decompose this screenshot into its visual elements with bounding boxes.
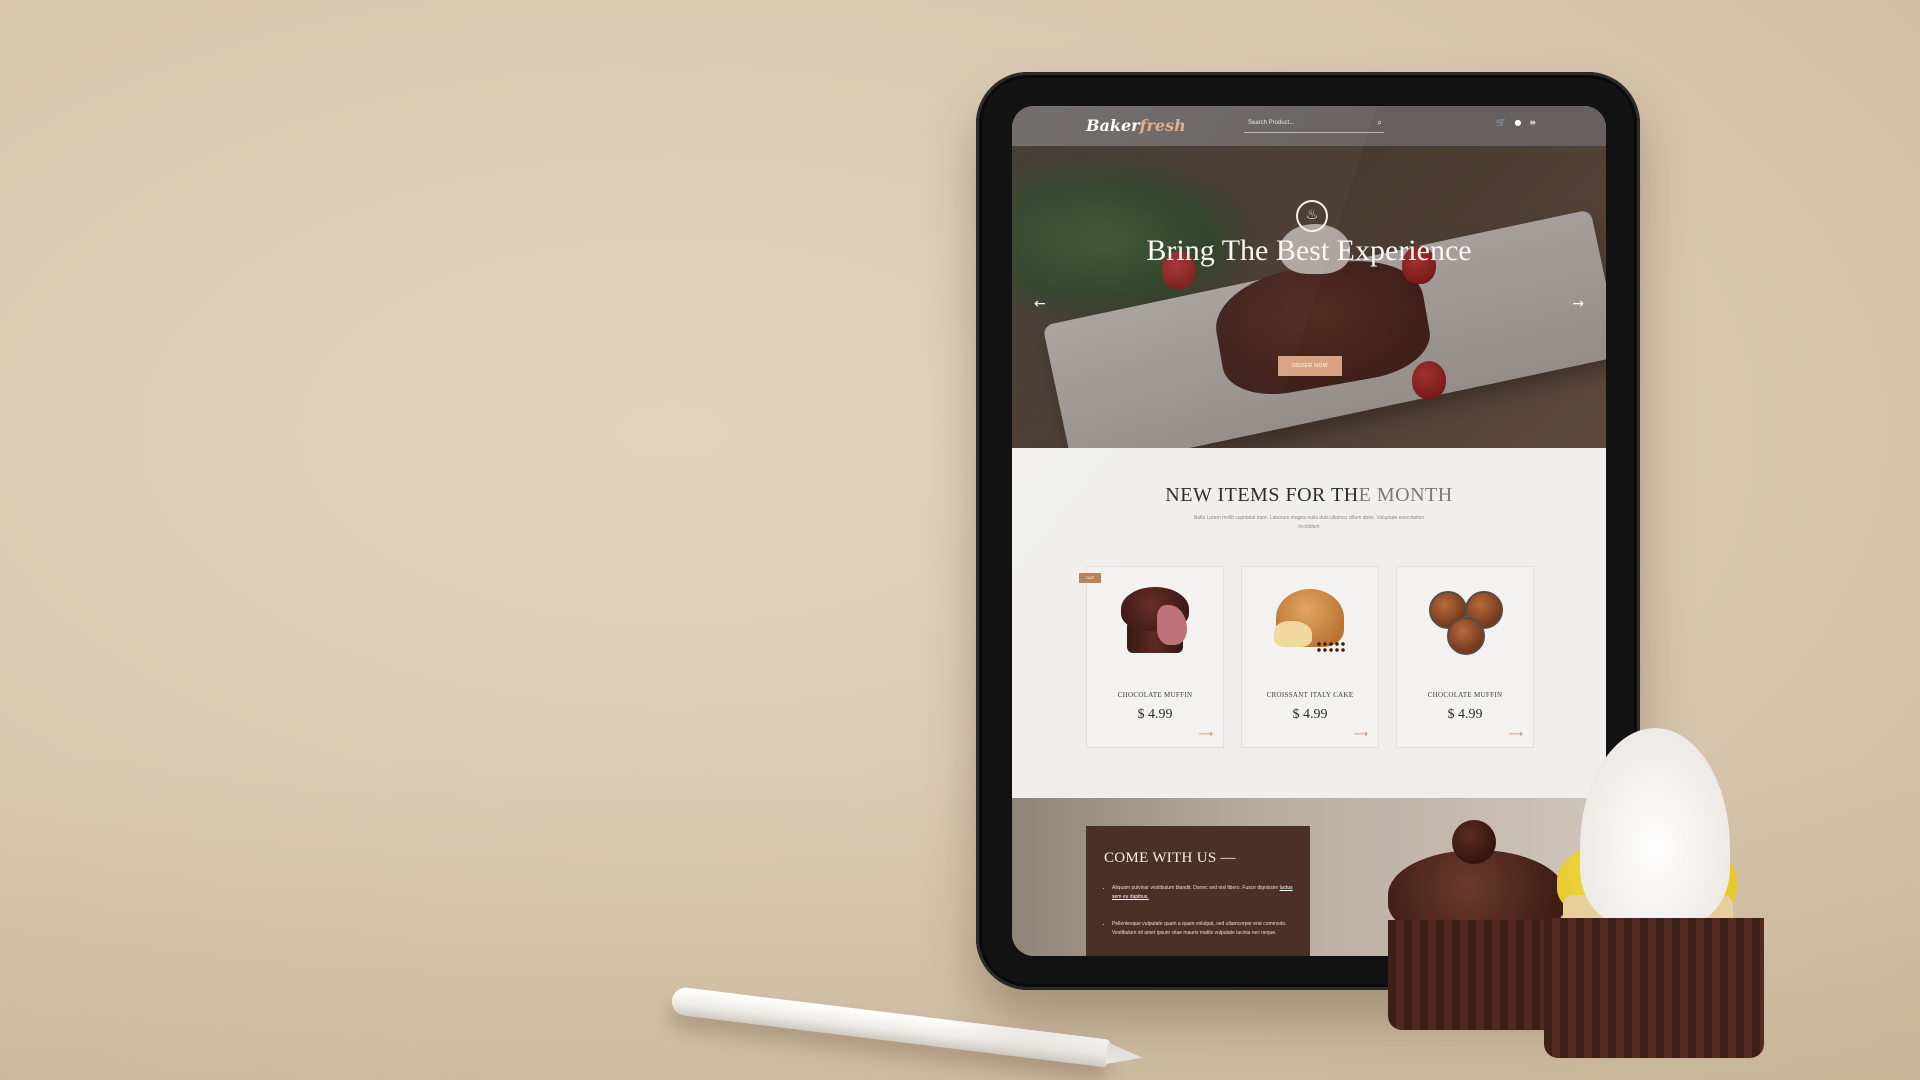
product-name: CROISSANT ITALY CAKE [1266,691,1354,699]
coconut-cupcake [1540,728,1780,1058]
list-item-text: Aliquam pulvinar vestibulum blandit. Don… [1112,885,1280,891]
section-title: NEW ITEMS FOR THE MONTH [1012,484,1606,507]
menu-icon[interactable]: ≡ [1529,118,1536,127]
next-slide-arrow-icon[interactable]: → [1572,296,1584,312]
panettone-slice [1274,621,1312,647]
arrow-right-icon[interactable]: ⟶ [1354,729,1368,740]
hero-title: Bring The Best Experience [1146,234,1472,267]
product-card[interactable]: OUT CHOCOLATE MUFFIN $ 4.99 ⟶ [1079,566,1224,748]
product-card[interactable]: CHOCOLATE MUFFIN $ 4.99 ⟶ [1396,566,1534,748]
product-image [1272,585,1348,655]
cake-icon: ♨ [1296,200,1328,232]
mini-muffin [1447,617,1485,655]
chocolate-chips [1316,641,1346,653]
product-price: $ 4.99 [1137,707,1173,722]
arrow-right-icon[interactable]: ⟶ [1199,729,1213,740]
search-icon[interactable]: ⌕ [1378,118,1382,128]
cupcake-frosting [1580,728,1730,928]
section-title-faded: E MONTH [1358,484,1453,506]
site-logo[interactable]: Bakerfresh [1086,116,1186,135]
site-header: Bakerfresh Search Product... ⌕ 🛒 ● ≡ [1012,106,1606,146]
list-item: Pellentesque vulputate quam a quam volut… [1112,920,1302,938]
hero-banner: ♨ Bring The Best Experience ORDER NOW ← … [1012,146,1606,448]
section-title-main: NEW ITEMS FOR TH [1165,484,1359,506]
product-image [1427,585,1503,655]
stylus-tip [1105,1042,1144,1069]
product-price: $ 4.99 [1292,707,1328,722]
hero-overlay [1012,146,1606,448]
cupcake-wrapper [1544,918,1764,1058]
search-bar[interactable]: Search Product... ⌕ [1244,118,1384,133]
list-item-text: Pellentesque vulputate quam a quam volut… [1112,921,1287,936]
logo-primary: Baker [1086,116,1140,135]
logo-accent: fresh [1139,116,1186,135]
search-input[interactable]: Search Product... [1248,120,1294,126]
prev-slide-arrow-icon[interactable]: ← [1034,296,1046,312]
come-with-us-title: COME WITH US — [1104,850,1236,866]
arrow-right-icon[interactable]: ⟶ [1509,729,1523,740]
product-list: OUT CHOCOLATE MUFFIN $ 4.99 ⟶ CROISSANT … [1079,566,1534,748]
list-item: Aliquam pulvinar vestibulum blandit. Don… [1112,884,1302,902]
header-icons: 🛒 ● ≡ [1496,118,1536,127]
cart-icon[interactable]: 🛒 [1496,118,1506,127]
product-price: $ 4.99 [1447,707,1483,722]
product-name: CHOCOLATE MUFFIN [1427,691,1503,699]
product-card[interactable]: CROISSANT ITALY CAKE $ 4.99 ⟶ [1241,566,1379,748]
product-image [1117,585,1193,655]
product-badge: OUT [1079,573,1101,583]
cupcake-truffle [1452,820,1496,864]
user-icon[interactable]: ● [1514,118,1521,127]
come-with-us-box: COME WITH US — Aliquam pulvinar vestibul… [1086,826,1310,956]
come-with-us-list: Aliquam pulvinar vestibulum blandit. Don… [1104,884,1302,956]
order-now-button[interactable]: ORDER NOW [1278,356,1342,376]
product-name: CHOCOLATE MUFFIN [1117,691,1193,699]
section-description: Nulla Lorem mollit cupidatat irure. Labo… [1193,515,1425,530]
